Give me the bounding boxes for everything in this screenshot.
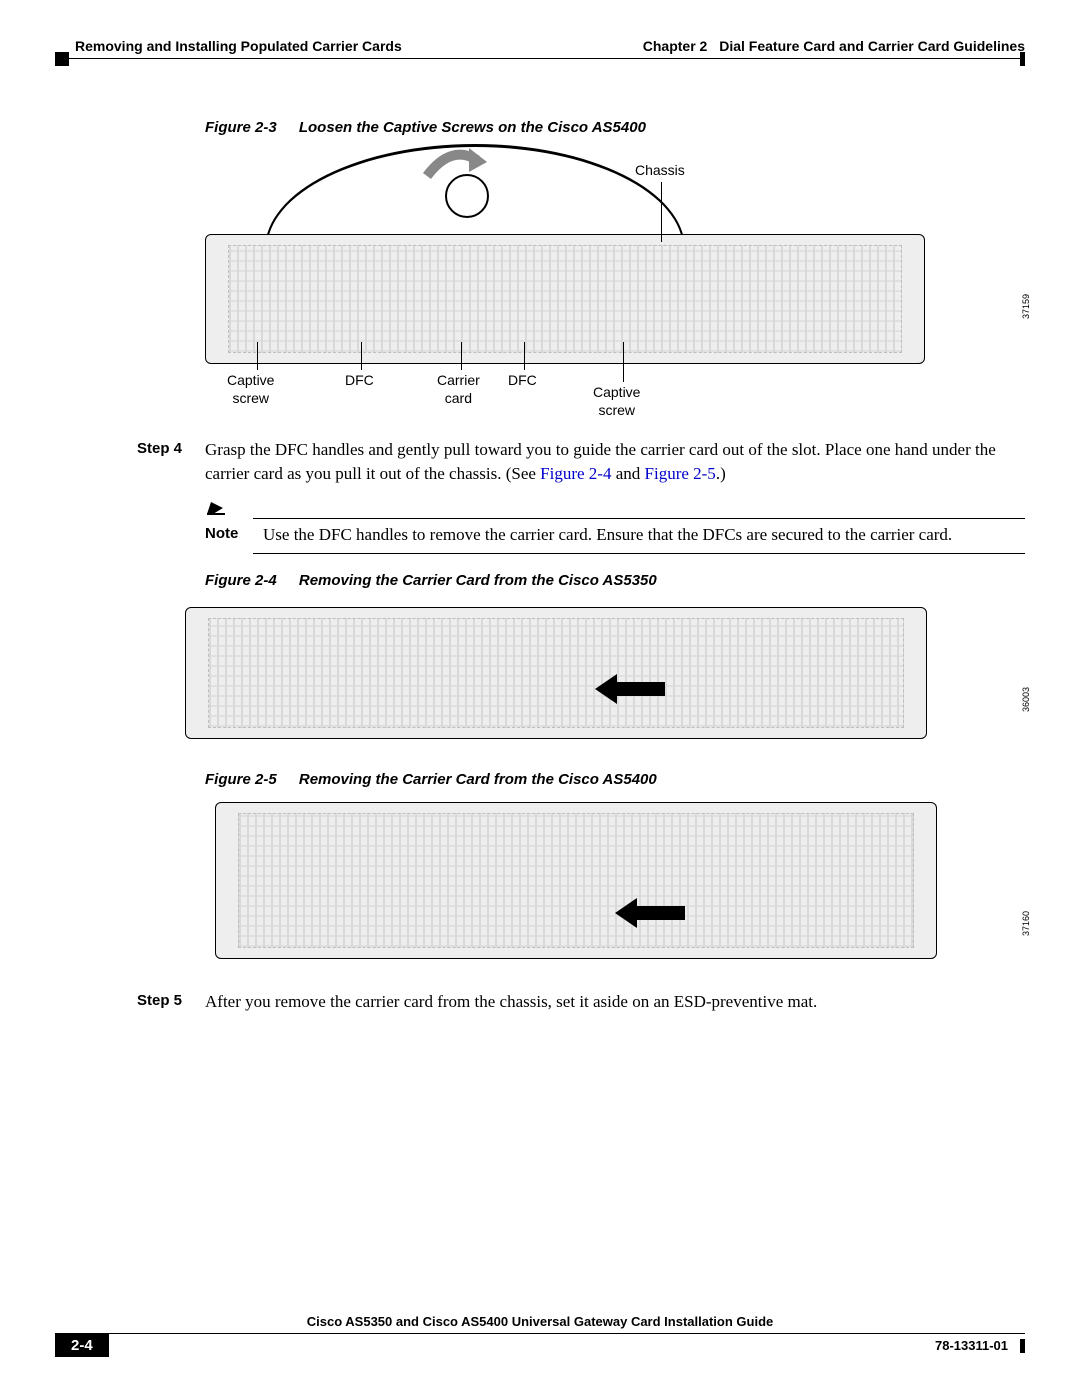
xref-figure-2-4[interactable]: Figure 2-4 [540,464,611,483]
figure-title: Removing the Carrier Card from the Cisco… [299,572,657,589]
figure-2-5: 37160 [205,796,1015,976]
header-right-marker [1020,52,1025,66]
note-label: Note [205,523,247,548]
running-header: Removing and Installing Populated Carrie… [55,38,1025,56]
chapter-label: Chapter 2 [643,38,708,54]
page: Removing and Installing Populated Carrie… [0,0,1080,1397]
note-block: Note Use the DFC handles to remove the c… [205,498,1025,555]
note-rule-bottom [253,553,1025,554]
figure-2-4: 36003 [205,597,1015,757]
callout-chassis: Chassis [635,162,685,180]
note-pencil-icon [205,498,227,516]
page-footer: Cisco AS5350 and Cisco AS5400 Universal … [55,1316,1025,1357]
chapter-title: Dial Feature Card and Carrier Card Guide… [719,38,1025,54]
header-left-marker [55,52,69,66]
figure-number: Figure 2-5 [205,771,277,788]
figure-title: Loosen the Captive Screws on the Cisco A… [299,119,646,136]
footer-marker [1020,1339,1025,1353]
document-number: 78-13311-01 [935,1338,1008,1353]
chassis-illustration [205,234,925,364]
figure-caption: Figure 2-5 Removing the Carrier Card fro… [205,771,1025,788]
figure-caption: Figure 2-3 Loosen the Captive Screws on … [205,119,1025,136]
pull-arrow-icon [595,672,665,706]
figure-number: Figure 2-3 [205,119,277,136]
content: Figure 2-3 Loosen the Captive Screws on … [55,59,1025,1014]
step-4: Step 4 Grasp the DFC handles and gently … [137,438,1025,486]
section-title: Removing and Installing Populated Carrie… [55,38,402,54]
note-body: Use the DFC handles to remove the carrie… [263,523,952,548]
figure-title: Removing the Carrier Card from the Cisco… [299,771,657,788]
chassis-illustration [185,607,927,739]
callout-carrier-card: Carrier card [437,372,480,407]
figure-caption: Figure 2-4 Removing the Carrier Card fro… [205,572,1025,589]
chassis-illustration [215,802,937,959]
callout-captive-screw-right: Captive screw [593,384,640,419]
figure-code: 36003 [1021,687,1031,712]
callout-dfc-left: DFC [345,372,374,390]
note-rule-top [253,518,1025,519]
chapter-header: Chapter 2 Dial Feature Card and Carrier … [643,38,1025,54]
callout-dfc-right: DFC [508,372,537,390]
figure-2-3: 37159 Chassis Captive screw DFC Carrier … [205,144,1015,424]
step-label: Step 5 [137,990,205,1014]
callout-captive-screw-left: Captive screw [227,372,274,407]
page-number: 2-4 [55,1334,109,1357]
step-body: After you remove the carrier card from t… [205,990,1025,1014]
step-label: Step 4 [137,438,205,486]
figure-code: 37159 [1021,294,1031,319]
step-5: Step 5 After you remove the carrier card… [137,990,1025,1014]
step-body: Grasp the DFC handles and gently pull to… [205,438,1025,486]
guide-title: Cisco AS5350 and Cisco AS5400 Universal … [55,1314,1025,1329]
figure-code: 37160 [1021,911,1031,936]
xref-figure-2-5[interactable]: Figure 2-5 [645,464,716,483]
screwdriver-icon [445,174,489,218]
pull-arrow-icon [615,896,685,930]
figure-number: Figure 2-4 [205,572,277,589]
